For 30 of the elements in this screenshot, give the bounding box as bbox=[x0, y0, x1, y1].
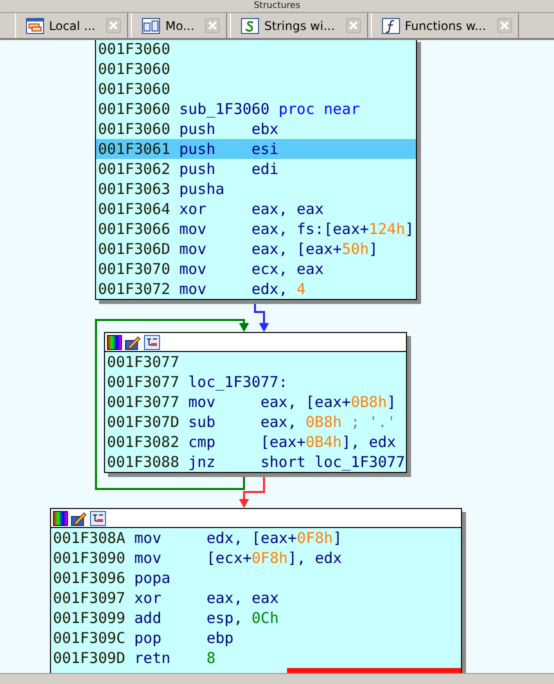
tab[interactable]: Local ... bbox=[15, 13, 128, 38]
tab[interactable]: Strings wi... bbox=[230, 13, 368, 38]
code-line[interactable]: 001F3090 mov [ecx+0F8h], edx bbox=[51, 548, 461, 568]
code-line[interactable]: 001F307D sub eax, 0B8h ; '.' bbox=[105, 412, 406, 432]
code-line[interactable]: 001F3070 mov ecx, eax bbox=[96, 259, 416, 279]
code-line[interactable]: 001F3060 bbox=[96, 59, 416, 79]
code-line[interactable]: 001F3063 pusha bbox=[96, 179, 416, 199]
code-line[interactable]: 001F3088 jnz short loc_1F3077 bbox=[105, 452, 406, 472]
panel-title[interactable]: Structures bbox=[254, 1, 300, 11]
tab[interactable]: Mo... bbox=[131, 13, 228, 38]
code-line[interactable]: 001F3077 loc_1F3077: bbox=[105, 372, 406, 392]
code-line[interactable]: 001F3060 sub_1F3060 proc near bbox=[96, 99, 416, 119]
code-line[interactable]: 001F3072 mov edx, 4 bbox=[96, 279, 416, 299]
code-line[interactable]: 001F3064 xor eax, eax bbox=[96, 199, 416, 219]
code-line[interactable]: 001F3060 push ebx bbox=[96, 119, 416, 139]
code-line[interactable]: 001F3066 mov eax, fs:[eax+124h] bbox=[96, 219, 416, 239]
code-line[interactable]: 001F3082 cmp [eax+0B4h], edx bbox=[105, 432, 406, 452]
code-line[interactable]: 001F308A mov edx, [eax+0F8h] bbox=[51, 528, 461, 548]
code-line[interactable]: 001F3077 mov eax, [eax+0B8h] bbox=[105, 392, 406, 412]
code-line[interactable]: 001F3060 bbox=[96, 79, 416, 99]
code-line[interactable]: 001F3097 xor eax, eax bbox=[51, 588, 461, 608]
code-line[interactable]: 001F309D retn 8 bbox=[51, 648, 461, 668]
code-line[interactable]: 001F309C pop ebp bbox=[51, 628, 461, 648]
code-line[interactable]: 001F3096 popa bbox=[51, 568, 461, 588]
code-line[interactable]: 001F3060 bbox=[96, 40, 416, 59]
code-line[interactable]: 001F3062 push edi bbox=[96, 159, 416, 179]
tab[interactable]: Functions w... bbox=[370, 13, 520, 38]
code-line[interactable]: 001F3077 bbox=[105, 352, 406, 372]
code-line[interactable]: 001F306D mov eax, [eax+50h] bbox=[96, 239, 416, 259]
code-line[interactable]: 001F3099 add esp, 0Ch bbox=[51, 608, 461, 628]
